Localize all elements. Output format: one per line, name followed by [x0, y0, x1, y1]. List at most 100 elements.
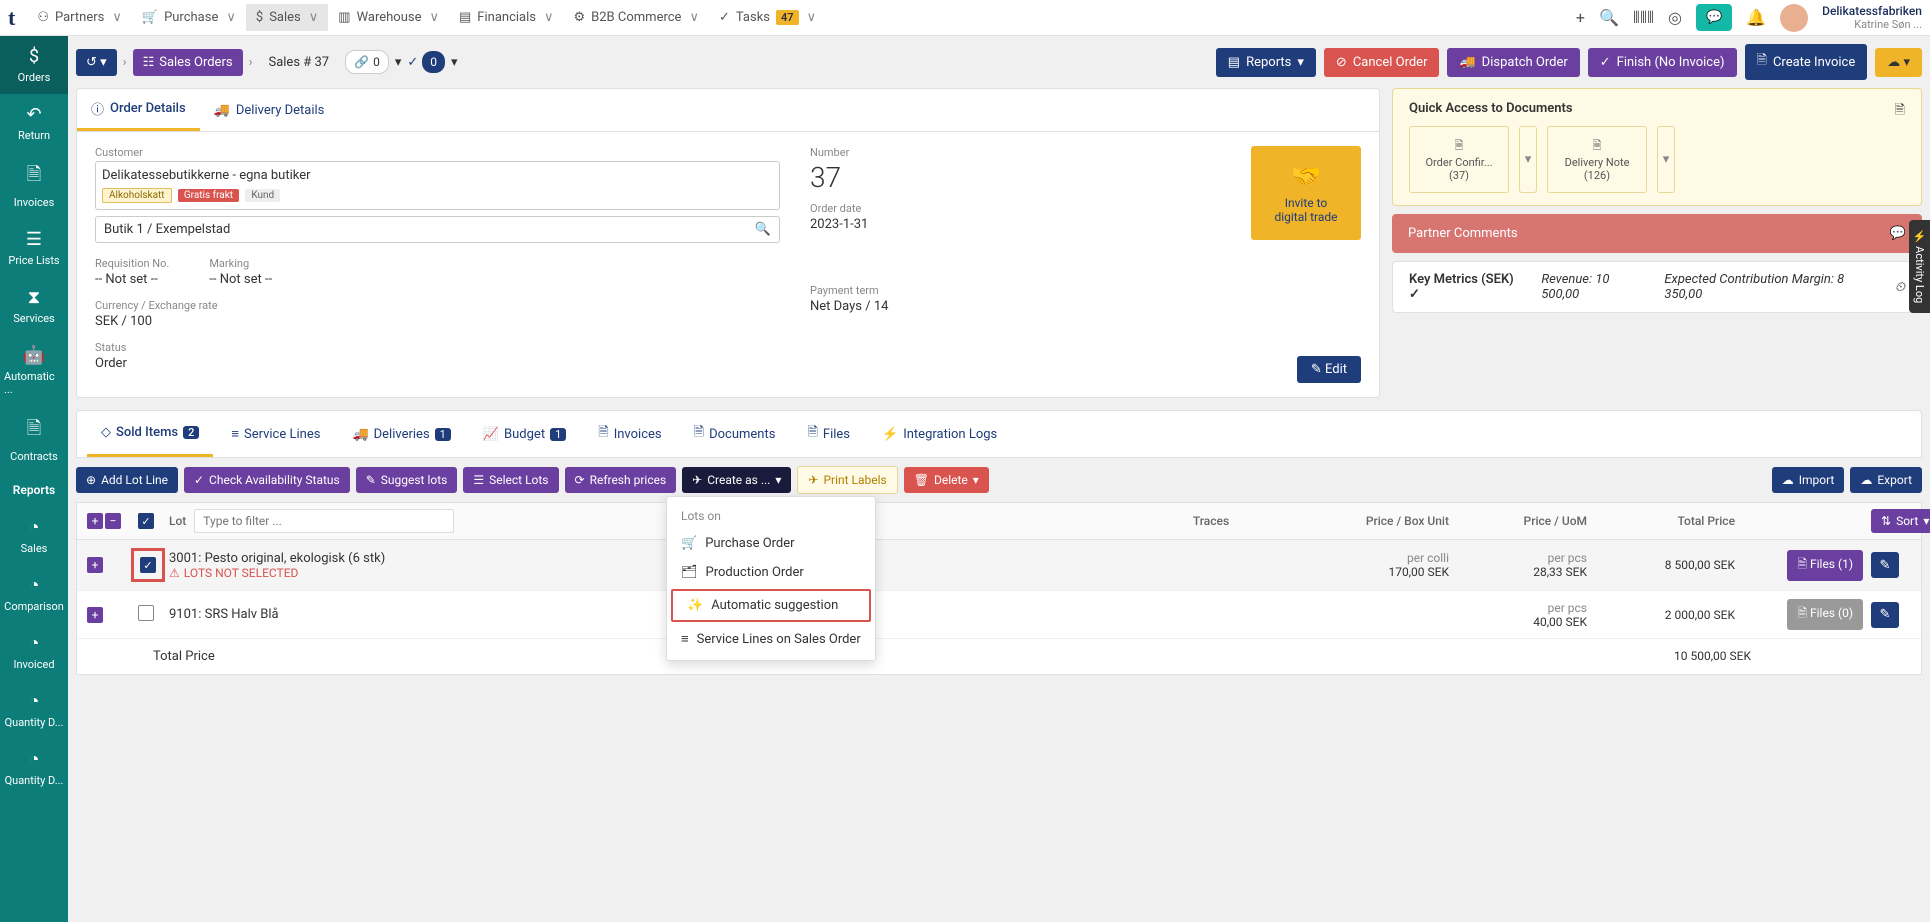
gauge-icon[interactable]: ⏲ — [1895, 280, 1905, 295]
row-expand[interactable]: + — [87, 557, 103, 573]
app-logo[interactable]: t — [8, 5, 15, 31]
sidebar-services[interactable]: ⧗Services — [0, 277, 68, 335]
tag-kund: Kund — [245, 189, 280, 202]
sidebar-comparison[interactable]: ◔Comparison — [0, 565, 68, 623]
create-as-button[interactable]: ✈ Create as ... ▾ — [682, 467, 791, 493]
nav-b2b[interactable]: ⚙B2B Commerce∨ — [564, 4, 709, 31]
subtab-budget[interactable]: 📈 Budget 1 — [469, 411, 580, 457]
activity-log-tab[interactable]: ⚡ Activity Log — [1909, 220, 1930, 313]
nav-warehouse[interactable]: ▥Warehouse∨ — [328, 4, 449, 31]
delete-button[interactable]: 🗑 Delete ▾ — [904, 467, 989, 493]
customer-box[interactable]: Delikatessebutikkerne - egna butiker Alk… — [95, 161, 780, 210]
sidebar-automatic[interactable]: 🤖Automatic ... — [0, 335, 68, 406]
help-icon[interactable]: ◎ — [1668, 8, 1682, 27]
edit-button[interactable]: ✎ Edit — [1297, 356, 1361, 383]
expand-all[interactable]: + — [87, 513, 103, 529]
crumb-link-badge[interactable]: 🔗 0 — [345, 50, 389, 74]
row-expand[interactable]: + — [87, 607, 103, 623]
cloud-button[interactable]: ☁ ▾ — [1875, 48, 1922, 77]
select-all-checkbox[interactable]: ✓ — [138, 513, 154, 529]
subtab-sold-items[interactable]: ◇ Sold Items 2 — [87, 411, 213, 457]
bell-icon[interactable]: 🔔 — [1746, 8, 1766, 27]
invite-digital-trade[interactable]: 🤝 Invite to digital trade — [1251, 146, 1361, 240]
refresh-prices-button[interactable]: ⟳ Refresh prices — [565, 467, 677, 493]
sort-button[interactable]: ⇅ Sort ▾ — [1871, 509, 1930, 533]
dd-production-order[interactable]: 🗂 Production Order — [667, 558, 875, 587]
sidebar-return[interactable]: ↶Return — [0, 94, 68, 152]
label-number: Number — [810, 146, 1221, 159]
tab-delivery-details[interactable]: 🚚 Delivery Details — [200, 89, 339, 131]
crumb-check-dd[interactable]: ▾ — [451, 55, 458, 70]
dd-automatic-suggestion[interactable]: ✨ Automatic suggestion — [671, 589, 871, 622]
row-checkbox[interactable] — [138, 605, 154, 621]
doc-delivery-note[interactable]: 🗎 Delivery Note(126) — [1547, 126, 1647, 193]
tag-frakt: Gratis frakt — [178, 189, 239, 202]
chat-icon[interactable]: 💬 — [1696, 4, 1732, 31]
subtab-integration[interactable]: ⚡ Integration Logs — [868, 411, 1011, 457]
user-menu[interactable]: Delikatessfabriken Katrine Søn ... — [1822, 4, 1922, 31]
row-edit-button[interactable]: ✎ — [1871, 602, 1899, 628]
subtab-deliveries[interactable]: 🚚 Deliveries 1 — [338, 411, 464, 457]
doc-order-confirm-dd[interactable]: ▾ — [1519, 126, 1537, 193]
sidebar-orders[interactable]: $Orders — [0, 36, 68, 94]
row-checkbox[interactable]: ✓ — [140, 557, 156, 573]
sidebar-pricelists[interactable]: ☰Price Lists — [0, 219, 68, 277]
search-icon[interactable]: 🔍 — [1599, 8, 1619, 27]
files-button[interactable]: 🗎 Files (1) — [1787, 550, 1863, 581]
nav-tasks[interactable]: ✓Tasks47∨ — [709, 4, 826, 31]
history-back[interactable]: ↺ ▾ — [76, 49, 117, 76]
check-availability-button[interactable]: ✓ Check Availability Status — [184, 467, 350, 493]
sidebar-quantity1[interactable]: ◔Quantity D... — [0, 681, 68, 739]
subtab-service-lines[interactable]: ≡ Service Lines — [217, 411, 334, 457]
suggest-lots-button[interactable]: ✎ Suggest lots — [356, 467, 458, 493]
subtab-files[interactable]: 🗎 Files — [793, 411, 864, 457]
crumb-check-badge[interactable]: ✓ 0 — [407, 51, 445, 73]
dispatch-order-button[interactable]: 🚚 Dispatch Order — [1447, 48, 1579, 77]
doc-order-confirm[interactable]: 🗎 Order Confir...(37) — [1409, 126, 1509, 193]
sidebar-sales-report[interactable]: ◔Sales — [0, 507, 68, 565]
value-marking: -- Not set -- — [209, 272, 272, 287]
crumb-order-name[interactable]: Sales # 37 — [258, 49, 339, 76]
barcode-icon[interactable]: ⦀⦀⦀ — [1633, 8, 1654, 28]
cancel-order-button[interactable]: ⊘ Cancel Order — [1324, 48, 1440, 77]
key-metrics-bar: Key Metrics (SEK) ✓ Revenue: 10 500,00 E… — [1392, 261, 1922, 313]
subtab-documents[interactable]: 🗎 Documents — [680, 411, 790, 457]
create-invoice-button[interactable]: 🗎 Create Invoice — [1745, 44, 1868, 80]
crumb-link-dd[interactable]: ▾ — [395, 55, 402, 70]
nav-purchase[interactable]: 🛒Purchase∨ — [132, 4, 246, 31]
sidebar-quantity2[interactable]: ◔Quantity D... — [0, 739, 68, 797]
select-lots-button[interactable]: ☰ Select Lots — [463, 467, 558, 493]
nav-financials[interactable]: ▤Financials∨ — [449, 4, 564, 31]
finish-button[interactable]: ✓ Finish (No Invoice) — [1588, 48, 1737, 77]
dd-service-lines[interactable]: ≡ Service Lines on Sales Order — [667, 624, 875, 654]
add-icon[interactable]: + — [1576, 8, 1585, 27]
user-avatar[interactable] — [1780, 4, 1808, 32]
quick-access-panel: Quick Access to Documents 🗎 🗎 Order Conf… — [1392, 88, 1922, 206]
sidebar-heading-reports: Reports — [0, 473, 68, 507]
print-labels-button[interactable]: ✈ Print Labels — [797, 466, 897, 494]
row-edit-button[interactable]: ✎ — [1871, 552, 1899, 578]
reports-button[interactable]: ▤ Reports ▾ — [1216, 48, 1316, 77]
document-icon[interactable]: 🗎 — [1895, 101, 1905, 126]
tag-alkohol: Alkoholskatt — [102, 188, 172, 203]
add-lot-line-button[interactable]: ⊕ Add Lot Line — [76, 467, 178, 493]
file-icon: 🗎 — [1418, 137, 1500, 156]
nav-partners[interactable]: ⚇Partners∨ — [27, 4, 132, 31]
dd-purchase-order[interactable]: 🛒 Purchase Order — [667, 529, 875, 558]
import-button[interactable]: ☁ Import — [1772, 467, 1845, 493]
export-button[interactable]: ☁ Export — [1850, 467, 1922, 493]
sidebar-invoices[interactable]: 🗎Invoices — [0, 152, 68, 219]
lot-filter-input[interactable] — [194, 509, 454, 533]
total-value: 10 500,00 SEK — [1611, 649, 1751, 664]
sidebar-contracts[interactable]: 🗎Contracts — [0, 406, 68, 473]
collapse-all[interactable]: − — [105, 513, 121, 529]
crumb-sales-orders[interactable]: ☷ Sales Orders — [133, 49, 243, 76]
files-button[interactable]: 🗎 Files (0) — [1787, 599, 1863, 630]
tab-order-details[interactable]: ⓘ Order Details — [77, 89, 200, 131]
doc-delivery-note-dd[interactable]: ▾ — [1657, 126, 1675, 193]
branch-select[interactable]: Butik 1 / Exempelstad🔍 — [95, 216, 780, 243]
nav-sales[interactable]: $Sales∨ — [246, 4, 328, 31]
sidebar-invoiced[interactable]: ◔Invoiced — [0, 623, 68, 681]
subtab-invoices[interactable]: 🗎 Invoices — [584, 411, 675, 457]
partner-comments-bar[interactable]: Partner Comments💬 — [1392, 214, 1922, 253]
